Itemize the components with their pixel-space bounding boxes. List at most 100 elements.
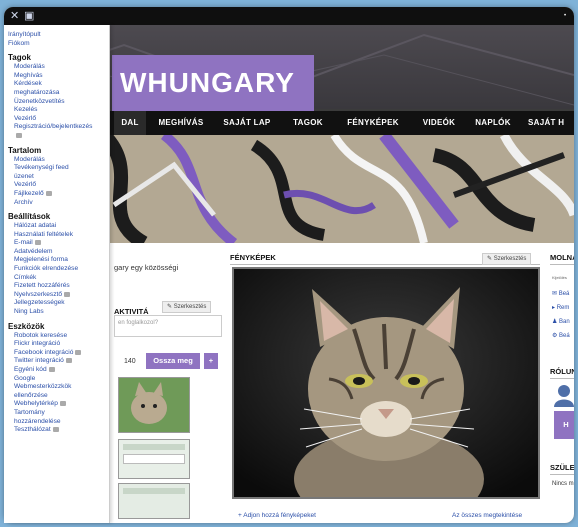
sidebar-link[interactable]: Fizetett hozzáférés xyxy=(8,282,109,291)
sidebar-link[interactable]: hozzárendelése xyxy=(8,418,109,427)
sidebar-link[interactable]: E-mail xyxy=(8,239,109,248)
lock-icon xyxy=(48,366,55,372)
right-link-4[interactable]: ⚙ Beá xyxy=(552,329,570,343)
sidebar-link[interactable]: Egyéni kód xyxy=(8,366,109,375)
sidebar-link[interactable]: üzenet xyxy=(8,173,109,182)
nav-item-my-h[interactable]: SAJÁT H xyxy=(522,111,574,135)
sidebar-link[interactable]: Twitter integráció xyxy=(8,357,109,366)
sidebar-link[interactable]: Fájlkezelő xyxy=(8,190,109,199)
sidebar-link[interactable]: Ning Labs xyxy=(8,308,109,317)
admin-sidepanel: Irányítópult Fiókom Tagok Moderálás Meghívás… xyxy=(4,25,110,523)
share-plus-button[interactable]: + xyxy=(204,353,218,369)
featured-photo[interactable] xyxy=(232,267,540,523)
wrench-icon: ✎ xyxy=(167,304,173,310)
sidebar-link[interactable]: Hálózat adatai xyxy=(8,222,109,231)
sidebar-link-label: Facebook integráció xyxy=(14,348,74,356)
sidebar-link[interactable]: Moderálás xyxy=(8,156,109,165)
nav-item-photos[interactable]: FÉNYKÉPEK xyxy=(336,111,410,135)
sidebar-link[interactable]: Címkék xyxy=(8,274,109,283)
sidebar-link[interactable]: Webmesterközzkök xyxy=(8,383,109,392)
sidebar-link[interactable]: Megjelenési forma xyxy=(8,256,109,265)
nav-item-invite[interactable]: MEGHÍVÁS xyxy=(150,111,212,135)
nav-item-home[interactable]: DAL xyxy=(114,111,146,135)
sidebar-link[interactable]: Vezérlő xyxy=(8,115,109,124)
sidebar-link[interactable]: Jellegzetességek xyxy=(8,299,109,308)
avatar-icon xyxy=(554,383,574,407)
sidebar-link-label: meghatározása xyxy=(14,88,60,96)
nav-item-my-page[interactable]: SAJÁT LAP xyxy=(214,111,280,135)
sidebar-section-title: Beállítások xyxy=(8,212,51,222)
photos-edit-button[interactable]: ✎ Szerkesztés xyxy=(482,253,532,265)
sidebar-link[interactable]: Regisztráció/bejelentkezés xyxy=(8,123,109,132)
sidebar-link[interactable]: Üzenetközvetítés xyxy=(8,98,109,107)
rolun-title: RÓLUN xyxy=(550,367,574,379)
activity-screenshot-thumbnail-2[interactable] xyxy=(118,483,190,519)
sidebar-link[interactable]: Teszthálózat xyxy=(8,426,109,435)
sidebar-link[interactable]: Moderálás xyxy=(8,63,109,72)
site-logo[interactable]: WHUNGARY xyxy=(112,55,314,111)
sidebar-link-label: Fájlkezelő xyxy=(14,189,44,197)
sidebar-link[interactable]: Flickr integráció xyxy=(8,340,109,349)
sidebar-link[interactable]: Tevékenységi feed xyxy=(8,164,109,173)
sidebar-section-title: Tagok xyxy=(8,53,31,63)
sidebar-link[interactable]: Facebook integráció xyxy=(8,349,109,358)
nav-item-videos[interactable]: VIDEÓK xyxy=(414,111,464,135)
sidebar-link[interactable]: Archív xyxy=(8,199,109,208)
sidebar-link[interactable]: Robotok keresése xyxy=(8,332,109,341)
sidebar-link[interactable]: Kérdések xyxy=(8,80,109,89)
sidebar-link[interactable]: Vezérlő xyxy=(8,181,109,190)
gear-icon: ⚙ xyxy=(552,333,560,339)
sidebar-link[interactable]: Nyelvszerkesztő xyxy=(8,291,109,300)
lock-icon xyxy=(16,132,22,138)
grid-icon[interactable]: ▣ xyxy=(24,10,34,22)
lock-icon xyxy=(64,291,71,297)
right-purple-button[interactable]: H xyxy=(554,411,574,439)
nav-item-members[interactable]: TAGOK xyxy=(284,111,332,135)
sidebar-link[interactable]: Kezelés xyxy=(8,106,109,115)
sidebar-link-label: Archív xyxy=(14,198,33,206)
right-link-1[interactable]: ✉ Beá xyxy=(552,287,570,301)
add-photos-link[interactable]: + Adjon hozzá fényképeket xyxy=(238,512,316,519)
view-all-photos-link[interactable]: Az összes megtekintése xyxy=(452,512,522,519)
nincs-text: Nincs m xyxy=(552,481,574,487)
sidebar-link-label: Üzenetközvetítés xyxy=(14,97,65,105)
sidebar-link-label: Meghívás xyxy=(14,71,43,79)
status-input[interactable]: en foglalkozol? xyxy=(114,315,222,337)
lock-icon xyxy=(75,349,82,355)
sidebar-link-label: Adatvédelem xyxy=(14,247,53,255)
sidebar-link-label: Funkciók elrendezése xyxy=(14,265,79,273)
photos-module: FÉNYKÉPEK ✎ Szerkesztés + Adjon hozzá fé… xyxy=(230,253,548,523)
lock-icon xyxy=(52,426,59,432)
sidebar-top-link-0[interactable]: Irányítópult xyxy=(8,31,109,40)
sidebar-top-link-1[interactable]: Fiókom xyxy=(8,40,109,49)
nav-item-blogs[interactable]: NAPLÓK xyxy=(468,111,518,135)
sidebar-link-label: Vezérlő xyxy=(14,181,36,189)
sidebar-link[interactable]: Webhelytérkép xyxy=(8,400,109,409)
activity-edit-button[interactable]: ✎ Szerkesztés xyxy=(162,301,212,313)
activity-screenshot-thumbnail-1[interactable] xyxy=(118,439,190,479)
right-link-2[interactable]: ▸ Rem xyxy=(552,301,570,315)
lock-icon xyxy=(65,358,72,364)
sidebar-link-label: E-mail xyxy=(14,239,33,247)
sidebar-link[interactable]: Funkciók elrendezése xyxy=(8,265,109,274)
sidebar-link[interactable]: Google xyxy=(8,375,109,384)
sidebar-link[interactable]: Használati feltételek xyxy=(8,231,109,240)
sidebar-link[interactable]: Meghívás xyxy=(8,72,109,81)
sidebar-link-label: Címkék xyxy=(14,273,37,281)
sidebar-link[interactable]: Tartomány xyxy=(8,409,109,418)
sidebar-link-label: Flickr integráció xyxy=(14,340,61,348)
right-column: MOLNÁ Kijelölés ✉ Beá ▸ Rem ♟ Ban ⚙ Beá … xyxy=(550,253,574,523)
share-button[interactable]: Ossza meg xyxy=(146,353,200,369)
right-link-3[interactable]: ♟ Ban xyxy=(552,315,570,329)
sidebar-link[interactable]: Adatvédelem xyxy=(8,248,109,257)
sidebar-link[interactable]: meghatározása xyxy=(8,89,109,98)
mail-icon: ✉ xyxy=(552,291,559,297)
sidebar-link[interactable]: ellenőrzése xyxy=(8,392,109,401)
sidebar-link[interactable] xyxy=(8,132,109,141)
tools-icon[interactable]: ✕ xyxy=(10,10,19,22)
activity-cat-thumbnail[interactable] xyxy=(118,377,190,433)
sidebar-link-label: Moderálás xyxy=(14,63,45,71)
sidebar-link-label: Megjelenési forma xyxy=(14,256,68,264)
sidebar-link-label: Vezérlő xyxy=(14,114,36,122)
sidebar-link-label: hozzárendelése xyxy=(14,417,61,425)
